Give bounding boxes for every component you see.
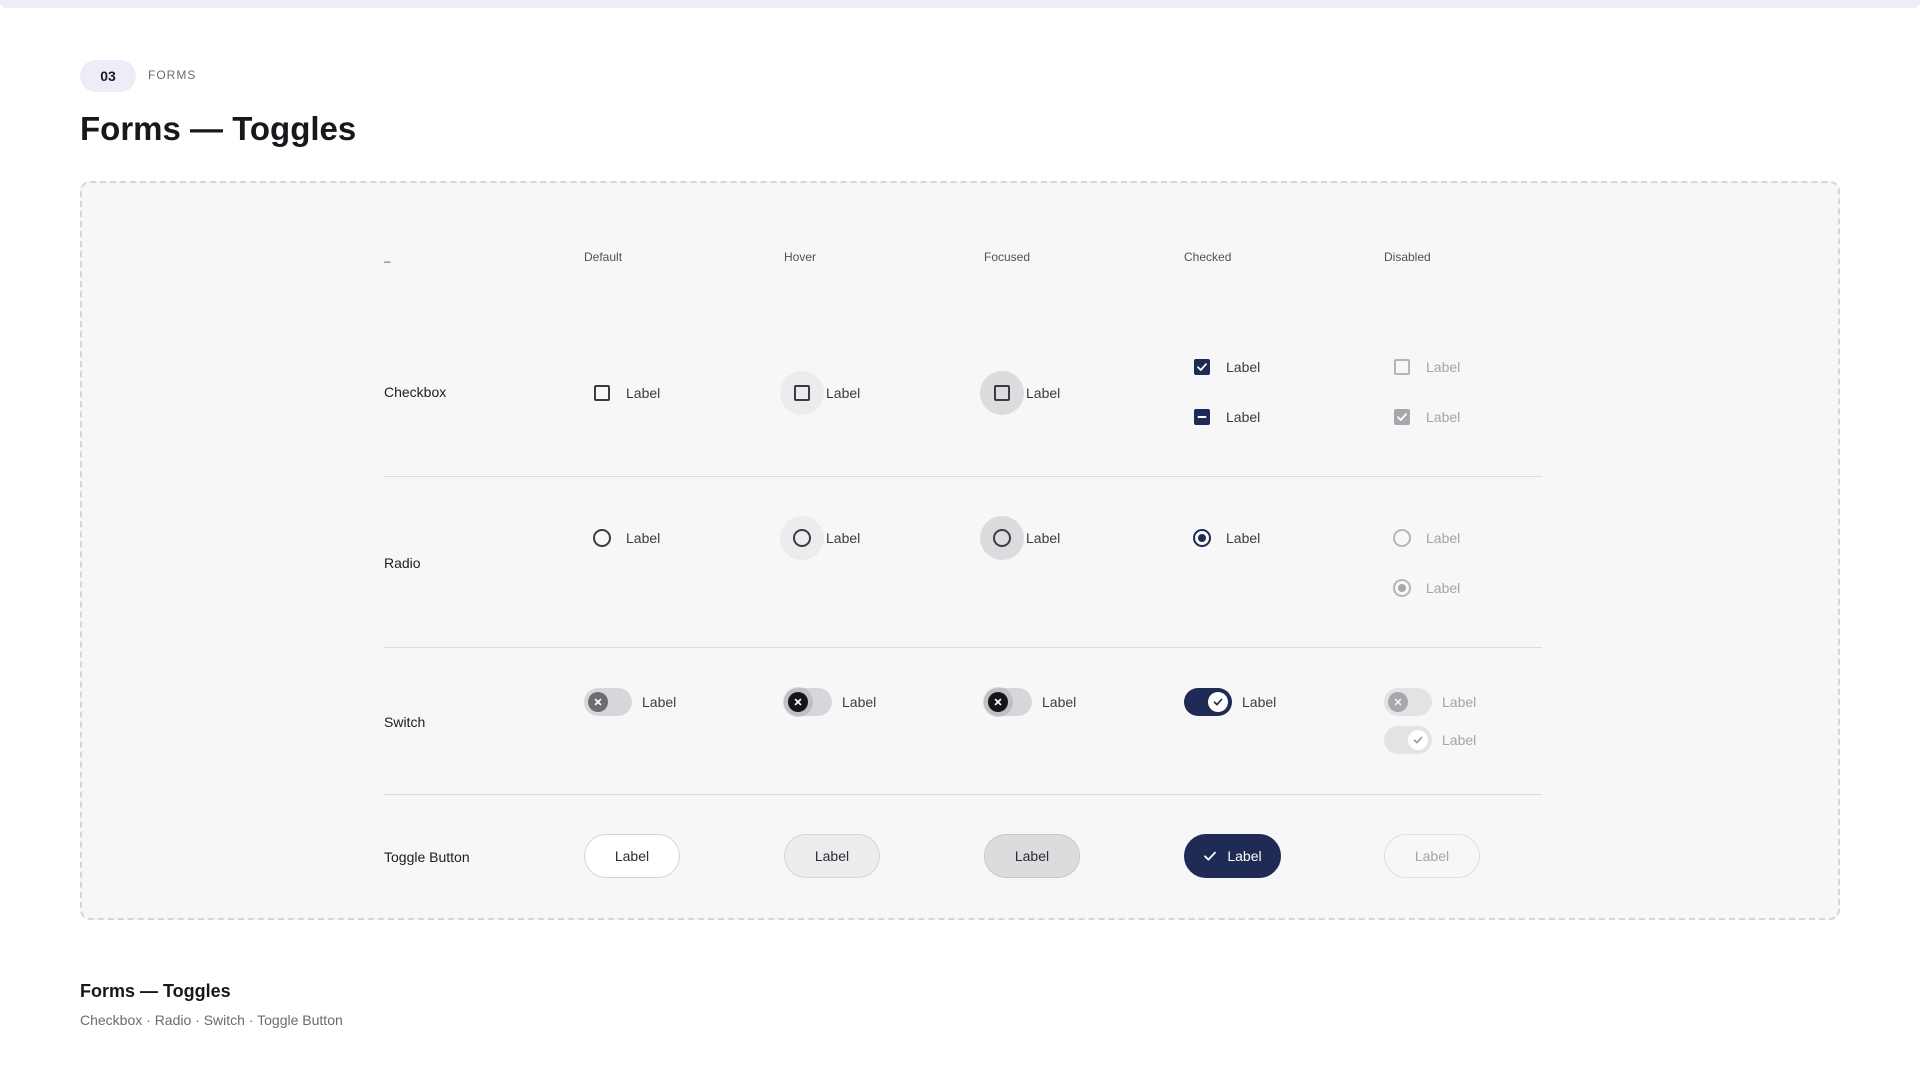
radio-circle-checked[interactable] [1193, 529, 1211, 547]
radio-circle[interactable] [993, 529, 1011, 547]
corner-header: – [384, 254, 391, 268]
row-header-switch: Switch [384, 714, 426, 730]
checkbox-label: Label [1426, 409, 1461, 425]
radio-circle[interactable] [593, 529, 611, 547]
column-header-focused: Focused [984, 250, 1031, 264]
demo-canvas [80, 181, 1840, 920]
row-divider [384, 647, 1542, 648]
close-icon [588, 692, 608, 712]
switch-label: Label [1442, 694, 1477, 710]
row-divider [384, 794, 1542, 795]
page-title: Forms — Toggles [80, 110, 357, 147]
checkbox-label: Label [826, 385, 861, 401]
toggle-button-label: Label [814, 848, 850, 864]
checkbox-box-indeterminate[interactable] [1194, 409, 1210, 425]
radio-label: Label [626, 530, 661, 546]
switch-disabled-checked: Label [1384, 726, 1476, 754]
toggle-button-label: Label [1414, 848, 1450, 864]
row-header-radio: Radio [384, 555, 421, 571]
switch-disabled: Label [1384, 688, 1476, 716]
radio-disabled-checked: Label [1390, 576, 1460, 600]
column-header-disabled: Disabled [1384, 250, 1431, 264]
radio-focused[interactable]: Label [980, 516, 1061, 560]
radio-circle-disabled [1393, 529, 1411, 547]
section-label: FORMS [148, 68, 197, 82]
checkbox-box[interactable] [994, 385, 1010, 401]
switch-label: Label [1042, 694, 1077, 710]
checkbox-box[interactable] [594, 385, 610, 401]
check-icon [1208, 692, 1228, 712]
column-header-checked: Checked [1184, 250, 1232, 264]
checkbox-label: Label [1226, 359, 1261, 375]
minus-icon [1197, 416, 1207, 418]
radio-hover[interactable]: Label [780, 516, 861, 560]
close-icon [788, 692, 808, 712]
checkbox-box-disabled [1394, 359, 1410, 375]
toggle-button-default[interactable]: Label [584, 834, 680, 878]
toggle-button-label: Label [614, 848, 650, 864]
toggle-button-disabled: Label [1384, 834, 1480, 878]
checkbox-checked[interactable]: Label [1190, 355, 1260, 379]
switch-hover[interactable]: Label [784, 688, 876, 716]
checkbox-default[interactable]: Label [590, 381, 660, 405]
check-icon [1197, 363, 1207, 371]
switch-track-disabled [1384, 688, 1432, 716]
checkbox-box[interactable] [794, 385, 810, 401]
switch-track[interactable] [984, 688, 1032, 716]
radio-disabled: Label [1390, 526, 1460, 550]
checkbox-disabled-checked: Label [1390, 405, 1460, 429]
radio-circle[interactable] [793, 529, 811, 547]
row-divider [384, 476, 1542, 477]
switch-track[interactable] [784, 688, 832, 716]
radio-label: Label [826, 530, 861, 546]
top-accent-bar [0, 0, 1920, 8]
checkbox-label: Label [626, 385, 661, 401]
switch-label: Label [842, 694, 877, 710]
checkbox-label: Label [1226, 409, 1261, 425]
radio-label: Label [1426, 530, 1461, 546]
check-icon [1397, 413, 1407, 421]
toggle-button-label: Label [1014, 848, 1050, 864]
radio-label: Label [1226, 530, 1261, 546]
switch-label: Label [642, 694, 677, 710]
footer-title: Forms — Toggles [80, 981, 231, 1001]
switch-checked[interactable]: Label [1184, 688, 1276, 716]
radio-checked[interactable]: Label [1190, 526, 1260, 550]
section-number-badge: 03 [80, 60, 136, 92]
switch-track[interactable] [584, 688, 632, 716]
toggle-button-checked[interactable]: Label [1184, 834, 1281, 878]
checkbox-label: Label [1426, 359, 1461, 375]
switch-track-on[interactable] [1184, 688, 1232, 716]
row-header-checkbox: Checkbox [384, 384, 447, 400]
radio-label: Label [1426, 580, 1461, 596]
column-header-default: Default [584, 250, 623, 264]
close-icon [988, 692, 1008, 712]
radio-default[interactable]: Label [590, 526, 660, 550]
checkbox-focused[interactable]: Label [980, 371, 1061, 415]
toggle-button-label: Label [1227, 848, 1262, 864]
switch-track-disabled [1384, 726, 1432, 754]
check-icon [1408, 730, 1428, 750]
checkbox-indeterminate[interactable]: Label [1190, 405, 1260, 429]
checkbox-box-disabled-checked [1394, 409, 1410, 425]
close-icon [1388, 692, 1408, 712]
switch-focused[interactable]: Label [984, 688, 1076, 716]
checkbox-box-checked[interactable] [1194, 359, 1210, 375]
switch-default[interactable]: Label [584, 688, 676, 716]
check-icon [1204, 851, 1217, 861]
radio-label: Label [1026, 530, 1061, 546]
column-header-hover: Hover [784, 250, 817, 264]
row-header-toggle-button: Toggle Button [384, 849, 470, 865]
toggle-button-hover[interactable]: Label [784, 834, 880, 878]
switch-label: Label [1442, 732, 1477, 748]
radio-circle-disabled-checked [1393, 579, 1411, 597]
switch-label: Label [1242, 694, 1277, 710]
checkbox-hover[interactable]: Label [780, 371, 861, 415]
footer-subtitle: Checkbox · Radio · Switch · Toggle Butto… [80, 1012, 343, 1028]
toggle-button-focused[interactable]: Label [984, 834, 1080, 878]
checkbox-label: Label [1026, 385, 1061, 401]
checkbox-disabled: Label [1390, 355, 1460, 379]
